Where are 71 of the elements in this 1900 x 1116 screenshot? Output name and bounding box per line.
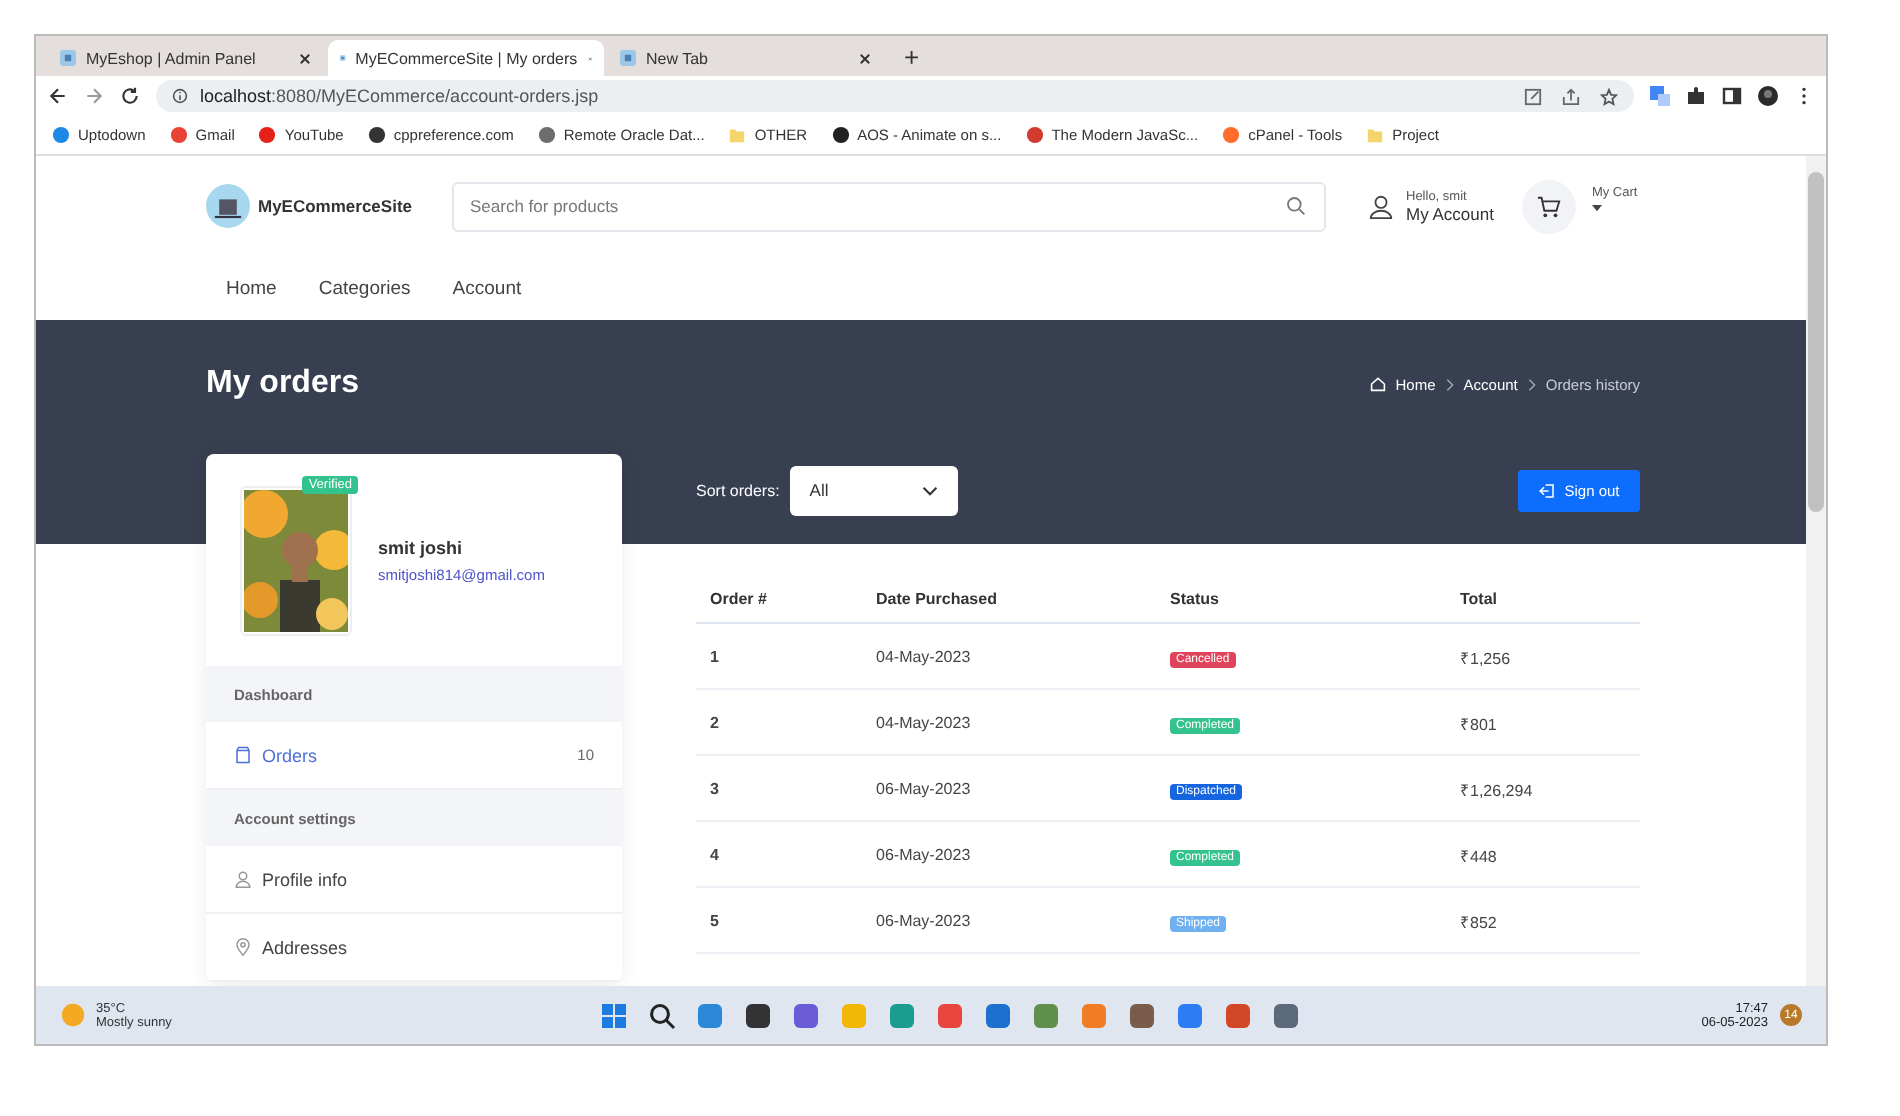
table-cell: 04-May-2023 (876, 713, 971, 731)
browser-tab[interactable]: New Tab (608, 40, 884, 76)
table-cell: 06-May-2023 (876, 779, 971, 797)
scrollbar[interactable] (1806, 156, 1826, 986)
app-icon[interactable] (1128, 1001, 1156, 1029)
favicon-icon (340, 50, 346, 66)
sort-dropdown[interactable]: All (789, 465, 958, 515)
table-cell: ₹448 (1460, 847, 1497, 865)
search-icon[interactable] (648, 1001, 676, 1029)
nav-link[interactable]: Account (452, 277, 522, 299)
share-icon[interactable] (1562, 87, 1580, 105)
table-cell: ₹801 (1460, 715, 1497, 733)
sidebar-item[interactable]: Profile info (206, 846, 622, 914)
column-header: Total (1446, 590, 1640, 623)
nav-link[interactable]: Categories (318, 277, 411, 299)
column-header: Date Purchased (862, 590, 1156, 623)
sign-out-icon (1538, 481, 1557, 499)
user-name: smit joshi (378, 537, 465, 557)
browser-tab[interactable]: MyEshop | Admin Panel (48, 40, 324, 76)
start-icon[interactable] (600, 1001, 628, 1029)
avatar-icon[interactable] (1758, 86, 1778, 106)
table-cell: ₹1,256 (1460, 649, 1511, 667)
info-icon[interactable] (172, 88, 188, 104)
table-cell: 04-May-2023 (876, 647, 971, 665)
table-cell: 2 (710, 713, 719, 731)
translate-icon[interactable] (1650, 86, 1670, 106)
browser-tab[interactable]: MyECommerceSite | My orders (328, 40, 604, 76)
open-external-icon[interactable] (1524, 87, 1542, 105)
table-cell: ₹1,26,294 (1460, 781, 1533, 799)
favicon-icon (620, 50, 636, 66)
column-header: Status (1156, 590, 1446, 623)
table-cell: 4 (710, 845, 719, 863)
table-cell: 1 (710, 647, 719, 665)
table-cell: ₹852 (1460, 913, 1497, 931)
sidebar-item[interactable]: Addresses (206, 914, 622, 982)
user-icon[interactable] (1368, 193, 1394, 219)
chevron-down-icon (921, 485, 938, 495)
cart-icon (1535, 193, 1562, 219)
cart-button[interactable] (1521, 179, 1576, 233)
app-icon[interactable] (1272, 1001, 1300, 1029)
favicon-icon (60, 50, 76, 66)
new-tab-button[interactable]: + (888, 40, 936, 76)
location-pin-icon (234, 938, 252, 956)
home-icon[interactable] (1369, 376, 1386, 392)
table-cell: 06-May-2023 (876, 911, 971, 929)
chevron-icon (1445, 377, 1454, 391)
column-header: Order # (696, 590, 862, 623)
puzzle-icon[interactable] (1686, 86, 1706, 106)
close-icon[interactable] (858, 51, 872, 65)
page-title: My orders (206, 366, 359, 402)
bag-icon (234, 746, 252, 764)
forward-icon[interactable] (84, 86, 104, 106)
search-field[interactable]: Search for products (452, 181, 1326, 231)
table-cell: 5 (710, 911, 719, 929)
close-icon[interactable] (298, 51, 312, 65)
table-cell: 3 (710, 779, 719, 797)
chevron-icon (1527, 377, 1536, 391)
app-icon[interactable] (744, 1001, 772, 1029)
user-icon (234, 870, 252, 888)
star-icon[interactable] (1600, 87, 1618, 105)
nav-link[interactable]: Home (226, 277, 277, 299)
table-cell: 06-May-2023 (876, 845, 971, 863)
logo-icon[interactable] (206, 184, 250, 228)
account-link[interactable]: My Account (1406, 203, 1494, 223)
sort-label: Sort orders: (696, 481, 780, 499)
address-bar[interactable]: localhost:8080/MyECommerce/account-orders.jsp (156, 80, 1634, 112)
site-logo[interactable]: MyECommerceSite (258, 196, 413, 216)
side-panel-icon[interactable] (1722, 86, 1742, 106)
caret-icon[interactable] (1591, 203, 1602, 211)
reload-icon[interactable] (120, 86, 140, 106)
back-icon[interactable] (48, 86, 68, 106)
